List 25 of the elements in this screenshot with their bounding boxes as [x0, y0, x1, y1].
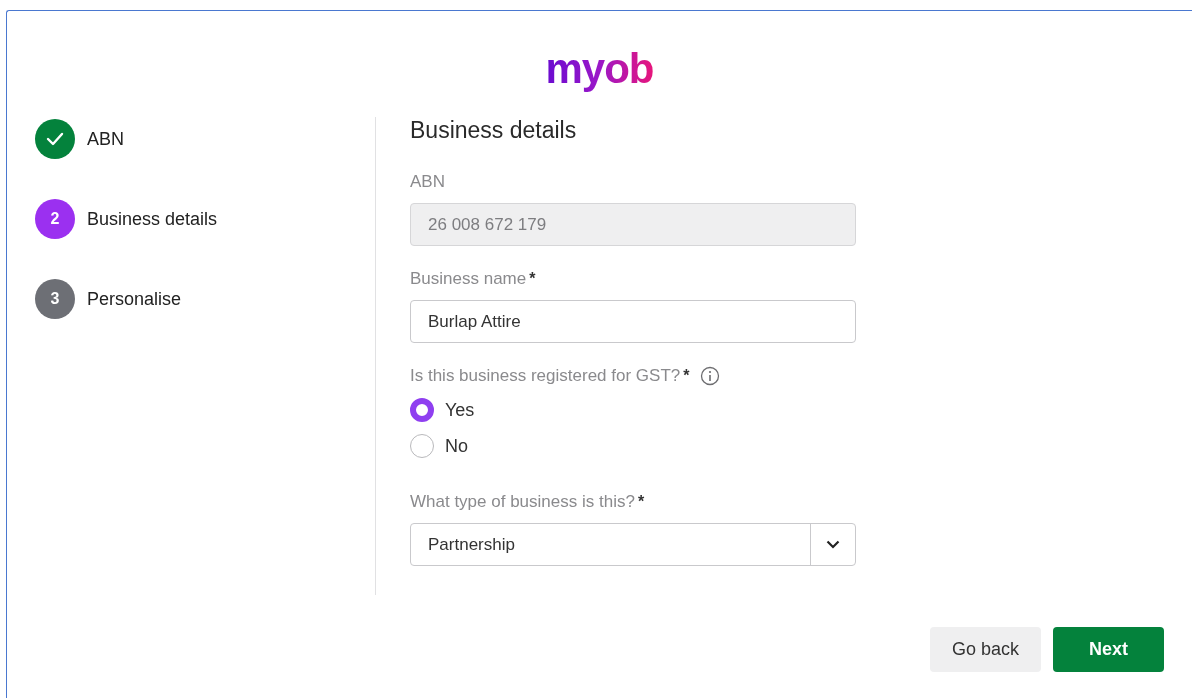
field-label: Is this business registered for GST? — [410, 366, 681, 386]
step-label: Personalise — [87, 288, 182, 310]
field-label: ABN — [410, 172, 445, 192]
back-button[interactable]: Go back — [930, 627, 1041, 672]
radio-label: Yes — [445, 399, 475, 421]
step-indicator: 2 — [35, 199, 75, 239]
required-marker: * — [637, 493, 645, 511]
radio-button[interactable] — [410, 434, 434, 458]
dropdown-value: Partnership — [427, 533, 516, 556]
radio-button[interactable] — [410, 398, 434, 422]
radio-label: No — [445, 435, 468, 457]
next-button[interactable]: Next — [1053, 627, 1164, 672]
field-label: Business name — [410, 269, 527, 289]
step-indicator: 3 — [35, 279, 75, 319]
text-field[interactable]: Burlap Attire — [410, 300, 856, 343]
form-title: Business details — [410, 117, 578, 145]
required-marker: * — [683, 367, 690, 385]
required-marker: * — [529, 270, 536, 288]
field-label: What type of business is this? — [410, 492, 635, 512]
step-label: Business details — [87, 208, 218, 230]
step-label: ABN — [87, 128, 124, 150]
dropdown-field[interactable]: Partnership — [410, 523, 856, 566]
chevron-down-icon — [826, 540, 840, 549]
info-icon[interactable] — [700, 366, 721, 386]
checkmark-icon — [46, 132, 64, 146]
